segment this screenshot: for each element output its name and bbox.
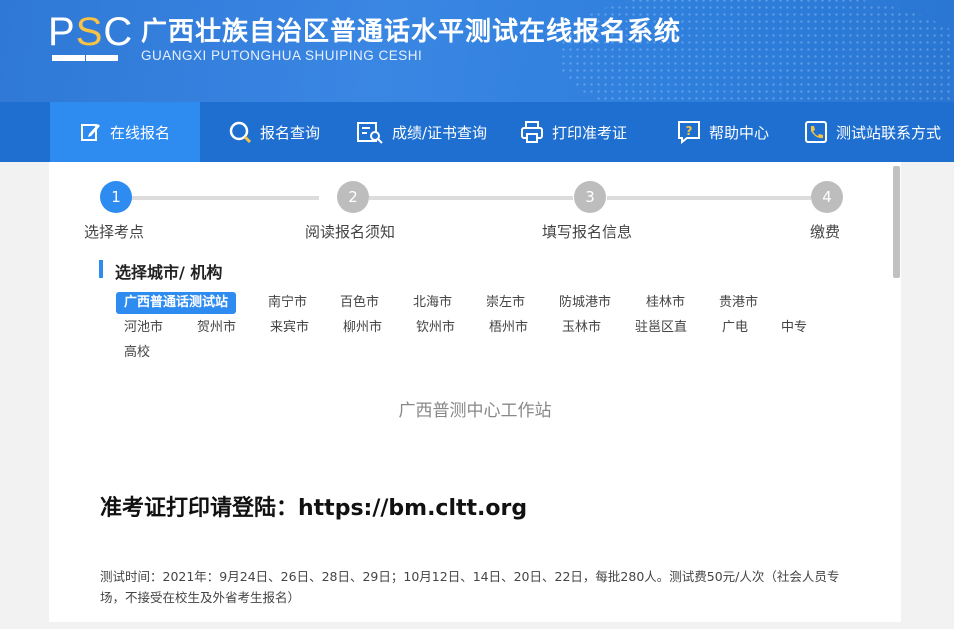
city-option[interactable]: 桂林市 xyxy=(638,292,693,314)
site-subtitle: GUANGXI PUTONGHUA SHUIPING CESHI xyxy=(141,48,423,63)
city-option[interactable]: 贺州市 xyxy=(189,317,244,339)
selected-station-name: 广西普测中心工作站 xyxy=(398,401,552,421)
admission-print-notice: 准考证打印请登陆：https://bm.cltt.org xyxy=(100,496,528,521)
book-icon xyxy=(52,55,118,61)
city-option[interactable]: 玉林市 xyxy=(554,317,609,339)
step-connector xyxy=(369,196,573,200)
step-3-label: 填写报名信息 xyxy=(542,223,633,241)
certificate-search-icon xyxy=(357,122,383,144)
city-option[interactable]: 崇左市 xyxy=(478,292,533,314)
nav-print-admission-ticket[interactable]: 打印准考证 xyxy=(520,102,627,162)
header-banner: PSC 广西壮族自治区普通话水平测试在线报名系统 GUANGXI PUTONGH… xyxy=(0,0,954,102)
nav-label: 打印准考证 xyxy=(552,123,628,142)
step-2-label: 阅读报名须知 xyxy=(305,223,396,241)
nav-label: 报名查询 xyxy=(260,123,321,142)
edit-icon xyxy=(80,124,100,141)
test-schedule-text: 测试时间：2021年：9月24日、26日、28日、29日；10月12日、14日、… xyxy=(100,569,840,605)
city-option[interactable]: 贵港市 xyxy=(711,292,766,314)
nav-label: 测试站联系方式 xyxy=(836,123,942,142)
city-option[interactable]: 北海市 xyxy=(405,292,460,314)
step-4-indicator: 4 xyxy=(811,181,843,213)
step-1-indicator: 1 xyxy=(100,181,132,213)
section-title: 选择城市/ 机构 xyxy=(115,263,223,282)
site-title: 广西壮族自治区普通话水平测试在线报名系统 xyxy=(141,17,682,47)
scrollbar-thumb[interactable] xyxy=(893,166,900,278)
psc-logo: PSC xyxy=(48,12,132,64)
city-option[interactable]: 广电 xyxy=(714,317,756,339)
city-option[interactable]: 驻邕区直 xyxy=(627,317,695,339)
phone-icon xyxy=(805,121,827,143)
city-option[interactable]: 钦州市 xyxy=(408,317,463,339)
city-option[interactable]: 南宁市 xyxy=(260,292,315,314)
step-4-label: 缴费 xyxy=(810,223,841,241)
city-option[interactable]: 来宾市 xyxy=(262,317,317,339)
city-option[interactable]: 柳州市 xyxy=(335,317,390,339)
nav-test-station-contacts[interactable]: 测试站联系方式 xyxy=(804,102,941,162)
city-option-guangxi-test-station[interactable]: 广西普通话测试站 xyxy=(116,292,237,314)
city-option[interactable]: 百色市 xyxy=(332,292,387,314)
registration-panel: 1 2 3 4 选择考点 阅读报名须知 填写报名信息 缴费 选择城市/ 机构 广… xyxy=(49,162,901,622)
city-option[interactable]: 防城港市 xyxy=(551,292,619,314)
nav-label: 在线报名 xyxy=(109,123,170,142)
nav-label: 帮助中心 xyxy=(709,123,770,142)
nav-label: 成绩/证书查询 xyxy=(392,123,488,142)
nav-online-registration[interactable]: 在线报名 xyxy=(50,102,200,162)
step-connector xyxy=(131,196,319,200)
step-connector xyxy=(607,196,811,200)
main-nav: 在线报名 报名查询 成绩/证书查询 打印准考证 ? 帮助中心 测试站联系方式 xyxy=(0,102,954,162)
city-option[interactable]: 梧州市 xyxy=(481,317,536,339)
step-1-label: 选择考点 xyxy=(84,223,145,241)
city-option[interactable]: 中专 xyxy=(773,317,815,339)
nav-registration-query[interactable]: 报名查询 xyxy=(228,102,320,162)
city-option[interactable]: 河池市 xyxy=(116,317,171,339)
search-icon xyxy=(229,121,252,144)
section-accent-bar xyxy=(99,260,103,278)
step-2-indicator: 2 xyxy=(337,181,369,213)
help-icon: ? xyxy=(678,121,700,144)
city-option[interactable]: 高校 xyxy=(116,342,158,364)
nav-score-certificate-query[interactable]: 成绩/证书查询 xyxy=(356,102,487,162)
printer-icon xyxy=(521,121,543,143)
step-3-indicator: 3 xyxy=(574,181,606,213)
nav-help-center[interactable]: ? 帮助中心 xyxy=(677,102,769,162)
svg-text:?: ? xyxy=(686,124,693,138)
